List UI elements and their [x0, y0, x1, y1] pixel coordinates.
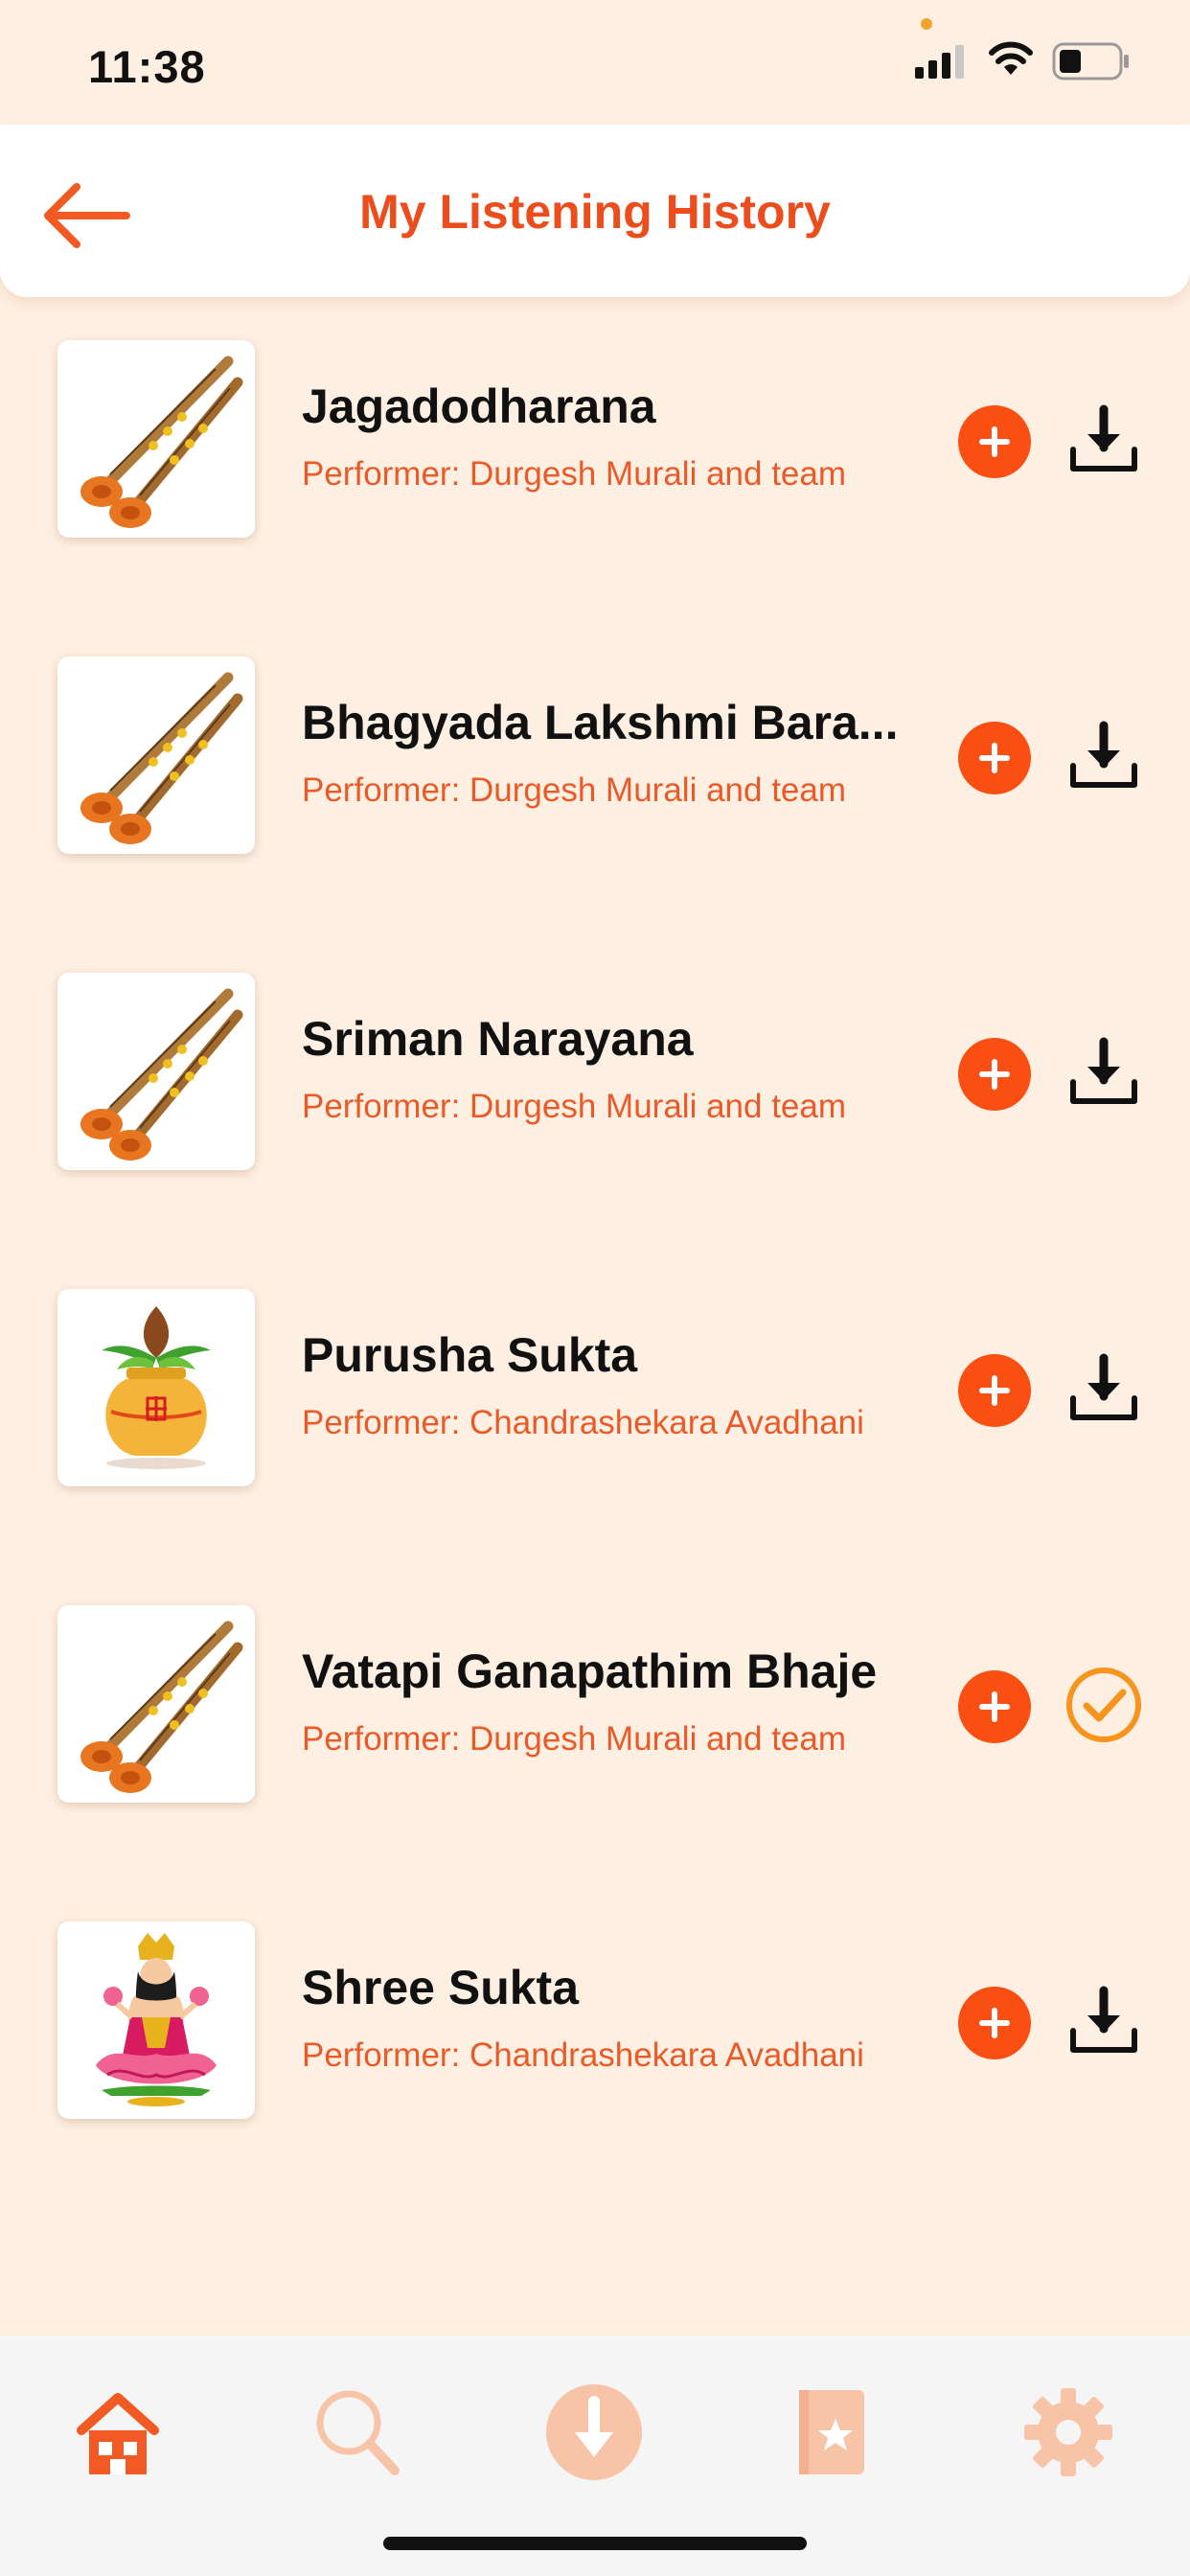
download-icon [1070, 721, 1137, 788]
wifi-icon [989, 41, 1033, 75]
search-icon [316, 2390, 400, 2475]
add-to-playlist-button[interactable] [958, 1354, 1031, 1427]
battery-icon [1052, 42, 1129, 80]
track-row-sriman-narayana[interactable]: Sriman Narayana Performer: Durgesh Mural… [0, 973, 1190, 1184]
track-performer: Performer: Durgesh Murali and team [302, 455, 846, 493]
track-title: Purusha Sukta [302, 1328, 638, 1382]
status-bar: 11:38 [0, 0, 1190, 125]
privacy-indicator-dot [921, 18, 932, 30]
gear-icon [1024, 2388, 1112, 2476]
track-thumbnail [57, 1289, 255, 1486]
track-performer: Performer: Durgesh Murali and team [302, 1088, 846, 1125]
download-button[interactable] [1064, 400, 1144, 480]
home-icon [77, 2393, 159, 2474]
downloaded-indicator[interactable] [1064, 1665, 1144, 1745]
cellular-signal-icon [915, 45, 964, 79]
status-time: 11:38 [88, 41, 206, 92]
add-to-playlist-button[interactable] [958, 722, 1031, 794]
download-button[interactable] [1064, 1981, 1144, 2061]
bookmark-book-icon [799, 2390, 864, 2474]
track-performer: Performer: Durgesh Murali and team [302, 1720, 846, 1758]
track-title: Shree Sukta [302, 1961, 580, 2014]
download-icon [1070, 1986, 1137, 2053]
kalasha-icon [102, 1306, 211, 1469]
tab-home[interactable] [60, 2375, 175, 2490]
tab-downloads[interactable] [537, 2375, 652, 2490]
add-to-playlist-button[interactable] [958, 1987, 1031, 2059]
track-title: Jagadodharana [302, 380, 656, 433]
download-icon [1070, 404, 1137, 472]
download-icon [1070, 1037, 1137, 1104]
track-performer: Performer: Chandrashekara Avadhani [302, 1404, 864, 1441]
tab-library[interactable] [774, 2375, 889, 2490]
home-indicator [383, 2537, 807, 2550]
add-to-playlist-button[interactable] [958, 1670, 1031, 1743]
download-icon [1070, 1353, 1137, 1420]
add-to-playlist-button[interactable] [958, 1038, 1031, 1111]
track-row-jagadodharana[interactable]: Jagadodharana Performer: Durgesh Murali … [0, 340, 1190, 551]
nadaswaram-icon [80, 356, 243, 528]
nadaswaram-icon [80, 1621, 243, 1793]
track-row-purusha-sukta[interactable]: Purusha Sukta Performer: Chandrashekara … [0, 1289, 1190, 1500]
track-row-bhagyada-lakshmi[interactable]: Bhagyada Lakshmi Bara... Performer: Durg… [0, 656, 1190, 867]
header-bar: My Listening History [0, 125, 1190, 297]
track-row-shree-sukta[interactable]: Shree Sukta Performer: Chandrashekara Av… [0, 1921, 1190, 2132]
track-title: Bhagyada Lakshmi Bara... [302, 696, 899, 749]
track-row-vatapi-ganapathim[interactable]: Vatapi Ganapathim Bhaje Performer: Durge… [0, 1605, 1190, 1816]
track-performer: Performer: Chandrashekara Avadhani [302, 2036, 864, 2074]
tab-settings[interactable] [1011, 2375, 1126, 2490]
lakshmi-icon [96, 1933, 217, 2106]
track-title: Vatapi Ganapathim Bhaje [302, 1644, 878, 1698]
download-button[interactable] [1064, 1348, 1144, 1429]
nadaswaram-icon [80, 988, 243, 1161]
track-thumbnail [57, 1605, 255, 1803]
track-thumbnail [57, 656, 255, 854]
track-thumbnail [57, 340, 255, 538]
page-title: My Listening History [359, 185, 831, 239]
track-thumbnail [57, 1921, 255, 2119]
download-circle-icon [546, 2384, 642, 2480]
download-button[interactable] [1064, 1032, 1144, 1113]
track-performer: Performer: Durgesh Murali and team [302, 771, 846, 809]
add-to-playlist-button[interactable] [958, 405, 1031, 478]
tab-search[interactable] [299, 2375, 414, 2490]
check-circle-icon [1066, 1668, 1141, 1742]
nadaswaram-icon [80, 672, 243, 844]
track-thumbnail [57, 973, 255, 1170]
download-button[interactable] [1064, 716, 1144, 796]
track-title: Sriman Narayana [302, 1012, 694, 1066]
